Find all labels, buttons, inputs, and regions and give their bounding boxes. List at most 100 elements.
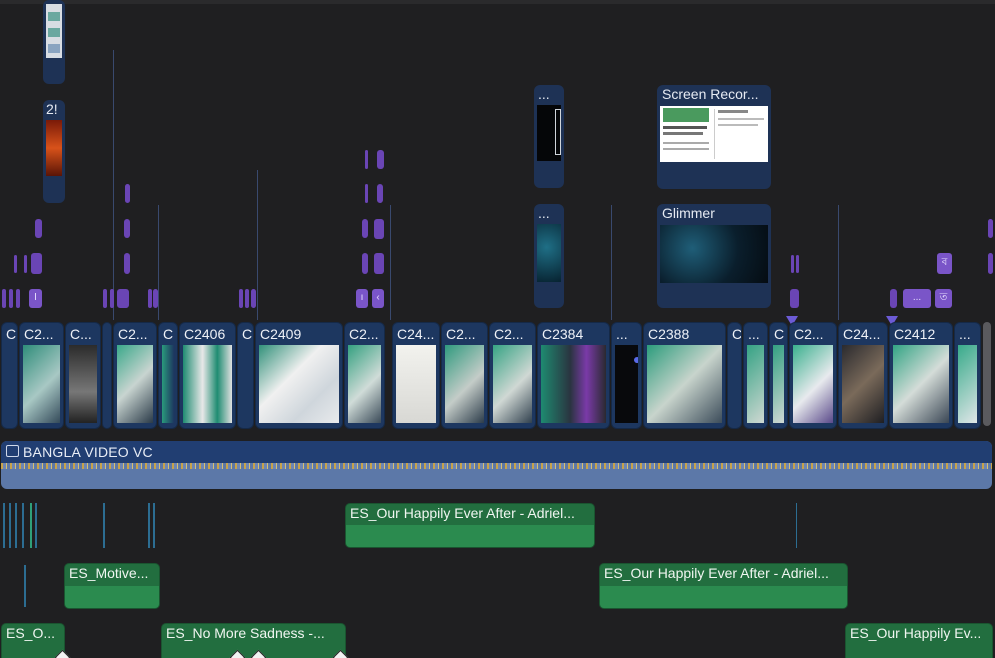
- title-clip-pill[interactable]: [2, 289, 6, 308]
- title-clip-pill[interactable]: [35, 219, 42, 238]
- clip-thumbnail: [162, 345, 174, 423]
- primary-clip[interactable]: ...: [611, 322, 642, 429]
- clip-thumbnail: [958, 345, 977, 423]
- primary-clip[interactable]: ...: [954, 322, 981, 429]
- title-clip-pill[interactable]: ‹: [372, 289, 384, 308]
- title-clip-pill[interactable]: [988, 253, 993, 274]
- title-clip-pill[interactable]: [124, 253, 130, 274]
- title-clip-pill[interactable]: [9, 289, 13, 308]
- timeline-ruler[interactable]: [0, 0, 995, 4]
- music-clip[interactable]: ES_Motive...: [64, 563, 160, 609]
- primary-clip[interactable]: C: [158, 322, 178, 429]
- title-clip-pill[interactable]: [110, 289, 114, 308]
- primary-clip[interactable]: C...: [65, 322, 101, 429]
- primary-clip[interactable]: C2...: [441, 322, 488, 429]
- clip-label: ES_O...: [6, 625, 56, 641]
- title-clip-pill[interactable]: [374, 253, 384, 274]
- clip-label: ES_Our Happily Ev...: [850, 625, 982, 641]
- clip-label: C2...: [24, 326, 54, 342]
- connected-clip-27[interactable]: 2!: [43, 100, 65, 203]
- title-clip-pill[interactable]: [117, 289, 129, 308]
- primary-clip[interactable]: [102, 322, 112, 429]
- title-clip-pill[interactable]: [24, 255, 27, 273]
- primary-clip[interactable]: C: [1, 322, 18, 429]
- connected-clip-top-small[interactable]: [43, 0, 65, 84]
- clip-label: ES_Our Happily Ever After - Adriel...: [604, 565, 829, 581]
- audio-clip-bangla-video-vc[interactable]: BANGLA VIDEO VC: [1, 441, 992, 489]
- primary-clip[interactable]: ...: [743, 322, 768, 429]
- audio-waveform: [346, 525, 594, 547]
- title-clip-pill[interactable]: [362, 253, 368, 274]
- primary-clip[interactable]: C24...: [392, 322, 440, 429]
- clip-thumbnail: [747, 345, 764, 423]
- clip-thumbnail: [493, 345, 532, 423]
- primary-clip[interactable]: C2388: [643, 322, 726, 429]
- title-clip-pill[interactable]: [148, 289, 152, 308]
- connected-clip-screen-recording[interactable]: Screen Recor...: [657, 85, 771, 189]
- clip-label: ES_Our Happily Ever After - Adriel...: [350, 505, 575, 521]
- title-clip-pill[interactable]: ...: [903, 289, 931, 308]
- title-clip-pill[interactable]: ı: [356, 289, 368, 308]
- clip-label: C2388: [648, 326, 690, 342]
- music-clip[interactable]: ES_O...: [1, 623, 65, 658]
- music-clip[interactable]: ES_Our Happily Ever After - Adriel...: [345, 503, 595, 548]
- title-clip-pill[interactable]: [103, 289, 107, 308]
- primary-clip[interactable]: C2...: [489, 322, 536, 429]
- title-clip-pill[interactable]: [790, 289, 799, 308]
- title-clip-pill[interactable]: [239, 289, 243, 308]
- connected-clip-dots-2[interactable]: ...: [534, 204, 564, 308]
- primary-clip[interactable]: C2...: [344, 322, 385, 429]
- audio-waveform: [1, 463, 992, 469]
- primary-clip[interactable]: C: [237, 322, 254, 429]
- audio-sliver: [35, 503, 37, 548]
- connected-clip-dots-1[interactable]: ...: [534, 85, 564, 188]
- primary-clip[interactable]: C2...: [789, 322, 837, 429]
- primary-clip[interactable]: C2...: [113, 322, 157, 429]
- music-clip[interactable]: ES_Our Happily Ever After - Adriel...: [599, 563, 848, 609]
- clip-thumbnail: [69, 345, 97, 423]
- clip-label: C2...: [446, 326, 476, 342]
- vertical-scrollbar[interactable]: [983, 322, 991, 426]
- primary-clip[interactable]: C24...: [838, 322, 888, 429]
- primary-clip[interactable]: C2406: [179, 322, 236, 429]
- clip-thumbnail: [23, 345, 60, 423]
- title-clip-pill[interactable]: ত: [935, 289, 952, 308]
- clip-label: ...: [959, 326, 971, 342]
- clip-thumbnail: [445, 345, 484, 423]
- title-clip-pill[interactable]: [377, 150, 384, 169]
- title-clip-pill[interactable]: [890, 289, 897, 308]
- primary-clip[interactable]: C2409: [255, 322, 343, 429]
- audio-waveform: [65, 586, 159, 608]
- title-clip-pill[interactable]: [374, 219, 384, 239]
- title-clip-pill[interactable]: [245, 289, 249, 308]
- clip-thumbnail: [541, 345, 606, 423]
- title-clip-pill[interactable]: [16, 289, 20, 308]
- primary-clip[interactable]: C2412: [889, 322, 953, 429]
- primary-clip[interactable]: C: [727, 322, 742, 429]
- title-clip-pill[interactable]: I: [29, 289, 42, 308]
- audio-sliver: [796, 503, 797, 548]
- title-clip-pill[interactable]: [365, 150, 368, 169]
- title-clip-pill[interactable]: [125, 184, 130, 203]
- connected-clip-glimmer[interactable]: Glimmer: [657, 204, 771, 308]
- title-clip-pill[interactable]: [14, 255, 17, 273]
- title-clip-pill[interactable]: ব: [937, 253, 952, 274]
- title-clip-pill[interactable]: [251, 289, 256, 308]
- timeline[interactable]: 2! ... ... Screen Recor... Glimmer I ı ‹…: [0, 0, 995, 658]
- title-clip-pill[interactable]: [365, 184, 368, 203]
- title-clip-pill[interactable]: [124, 219, 130, 238]
- primary-clip[interactable]: C2...: [19, 322, 64, 429]
- title-clip-pill[interactable]: [153, 289, 158, 308]
- title-clip-pill[interactable]: [31, 253, 42, 274]
- title-marker-glyph: ত: [939, 292, 948, 303]
- primary-clip[interactable]: C: [769, 322, 788, 429]
- audio-clip-header: BANGLA VIDEO VC: [1, 441, 992, 463]
- title-clip-pill[interactable]: [377, 184, 383, 203]
- title-clip-pill[interactable]: [362, 219, 368, 238]
- primary-clip[interactable]: C2384: [537, 322, 610, 429]
- music-clip[interactable]: ES_Our Happily Ev...: [845, 623, 993, 658]
- title-clip-pill[interactable]: [988, 219, 993, 238]
- title-clip-pill[interactable]: [791, 255, 794, 273]
- compound-clip-icon: [6, 445, 19, 457]
- title-clip-pill[interactable]: [796, 255, 799, 273]
